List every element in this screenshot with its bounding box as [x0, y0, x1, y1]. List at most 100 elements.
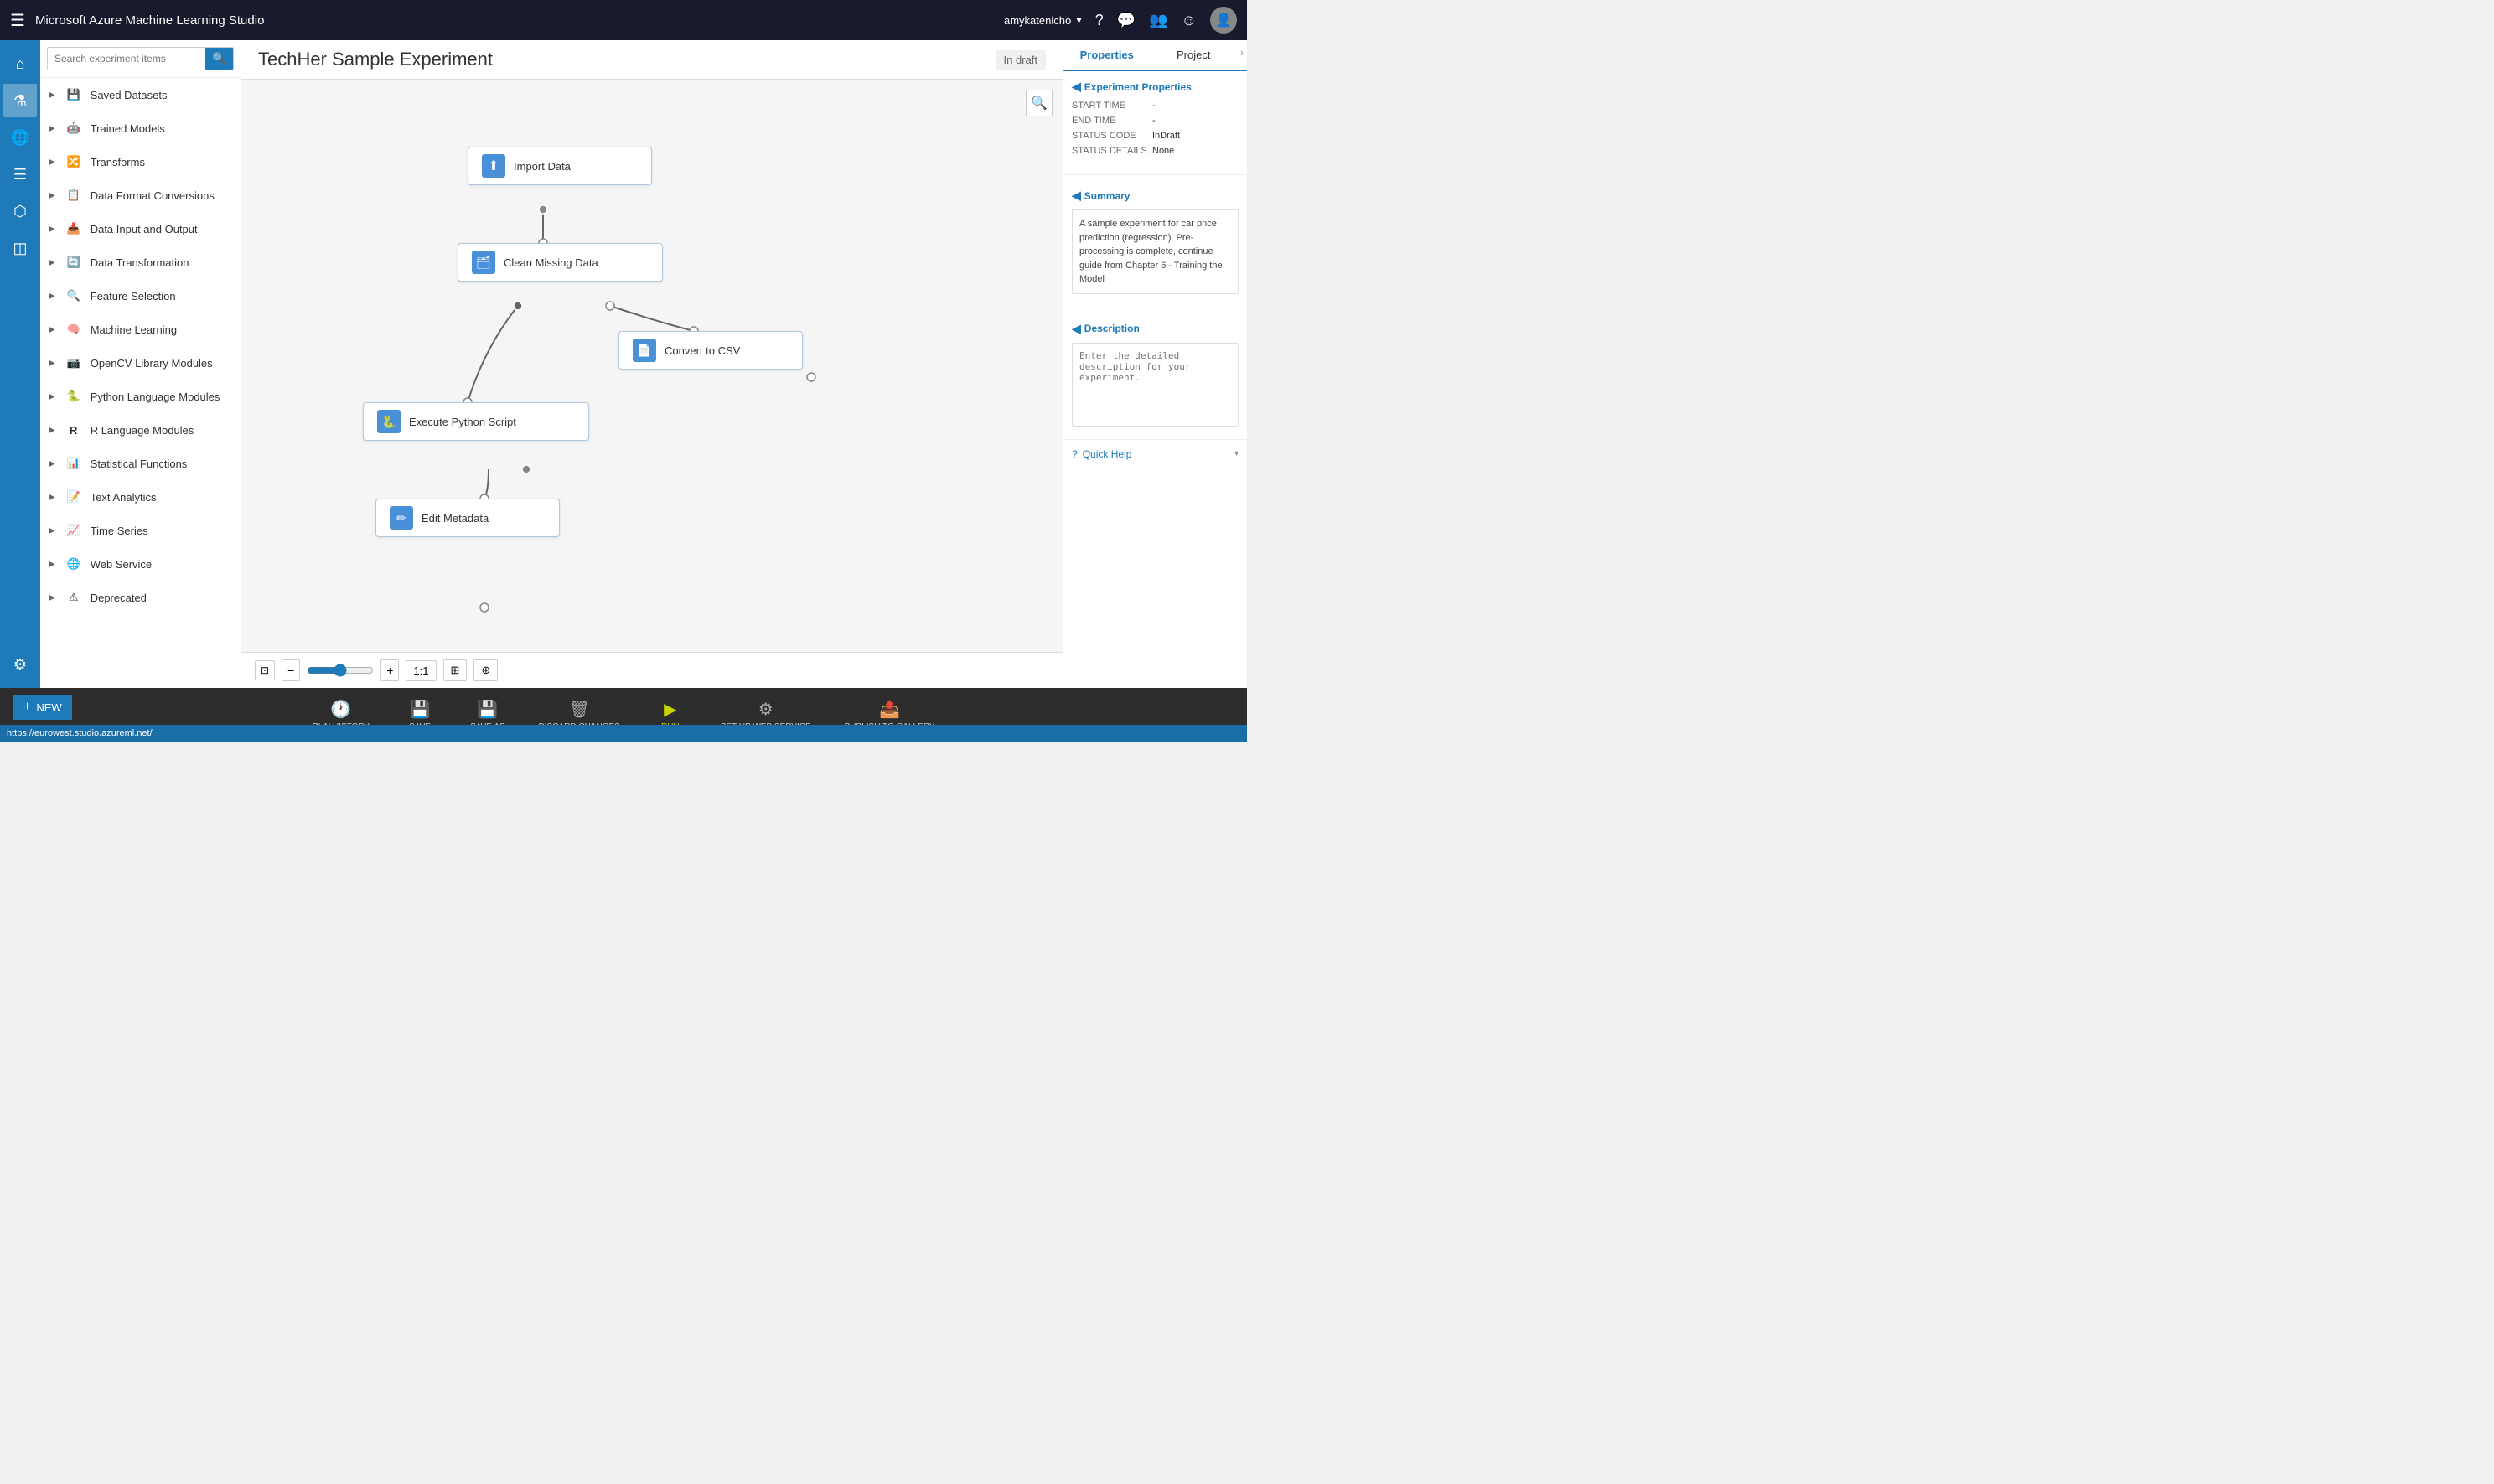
start-time-row: START TIME -: [1072, 101, 1239, 111]
module-item-web-service[interactable]: ▶ 🌐 Web Service: [40, 547, 241, 581]
data-input-icon: 📥: [64, 219, 84, 239]
save-as-icon: 💾: [477, 699, 498, 720]
fit-view-btn[interactable]: ⊡: [255, 660, 275, 680]
tab-project[interactable]: Project: [1151, 40, 1238, 70]
module-label: Transforms: [91, 156, 145, 168]
node-clean-missing[interactable]: 🗂 Clean Missing Data: [458, 243, 663, 282]
zoom-out-btn[interactable]: −: [282, 659, 300, 681]
module-panel-header: 🔍: [40, 40, 241, 78]
experiment-properties-section: ◀ Experiment Properties START TIME - END…: [1063, 71, 1247, 169]
text-analytics-icon: 📝: [64, 487, 84, 507]
publish-icon: 📤: [879, 699, 900, 720]
arrow-icon: ▶: [49, 325, 55, 334]
module-item-trained-models[interactable]: ▶ 🤖 Trained Models: [40, 111, 241, 145]
sidebar-icon-layers[interactable]: ◫: [3, 231, 37, 265]
node-convert-csv[interactable]: 📄 Convert to CSV: [618, 331, 803, 370]
arrow-icon: ▶: [49, 459, 55, 468]
icon-sidebar: ⌂ ⚗ 🌐 ☰ ⬡ ◫ ⚙: [0, 40, 40, 688]
zoom-slider[interactable]: [307, 664, 374, 677]
canvas-search-btn[interactable]: 🔍: [1026, 90, 1053, 116]
module-item-text-analytics[interactable]: ▶ 📝 Text Analytics: [40, 480, 241, 514]
center-btn[interactable]: ⊕: [473, 659, 498, 681]
app-title: Microsoft Azure Machine Learning Studio: [35, 13, 994, 28]
description-input[interactable]: [1072, 343, 1239, 427]
fit-btn[interactable]: ⊞: [443, 659, 468, 681]
search-input[interactable]: [48, 49, 205, 69]
new-btn[interactable]: + NEW: [13, 695, 72, 720]
top-nav: ☰ Microsoft Azure Machine Learning Studi…: [0, 0, 1247, 40]
bottom-toolbar: + NEW 🕐 RUN HISTORY 💾 SAVE 💾 SAVE AS 🗑 D…: [0, 688, 1247, 742]
summary-text: A sample experiment for car price predic…: [1072, 209, 1239, 294]
opencv-icon: 📷: [64, 353, 84, 373]
module-list: ▶ 💾 Saved Datasets ▶ 🤖 Trained Models ▶ …: [40, 78, 241, 688]
clean-missing-icon: 🗂: [472, 251, 495, 274]
summary-section: ◀ Summary A sample experiment for car pr…: [1063, 180, 1247, 302]
description-title: ◀ Description: [1072, 322, 1239, 336]
sidebar-icon-flask[interactable]: ⚗: [3, 84, 37, 117]
data-format-icon: 📋: [64, 185, 84, 205]
edit-metadata-label: Edit Metadata: [422, 512, 489, 525]
clean-missing-label: Clean Missing Data: [504, 256, 598, 269]
hamburger-icon[interactable]: ☰: [10, 10, 25, 31]
web-service-icon: 🌐: [64, 554, 84, 574]
module-item-statistical[interactable]: ▶ 📊 Statistical Functions: [40, 447, 241, 480]
chat-icon[interactable]: 💬: [1117, 12, 1136, 29]
saved-datasets-icon: 💾: [64, 85, 84, 105]
quick-help[interactable]: ? Quick Help ▾: [1063, 439, 1247, 468]
module-label: R Language Modules: [91, 424, 194, 437]
search-button[interactable]: 🔍: [205, 48, 233, 70]
feature-selection-icon: 🔍: [64, 286, 84, 306]
smiley-icon[interactable]: ☺: [1182, 12, 1197, 29]
summary-title: ◀ Summary: [1072, 189, 1239, 203]
edit-metadata-icon: ✏: [390, 506, 413, 530]
arrow-icon: ▶: [49, 258, 55, 267]
sidebar-icon-home[interactable]: ⌂: [3, 47, 37, 80]
module-item-data-format[interactable]: ▶ 📋 Data Format Conversions: [40, 178, 241, 212]
avatar[interactable]: 👤: [1210, 7, 1237, 34]
sidebar-icon-gear[interactable]: ⚙: [3, 648, 37, 681]
save-icon: 💾: [410, 699, 431, 720]
module-item-data-input[interactable]: ▶ 📥 Data Input and Output: [40, 212, 241, 246]
module-label: Machine Learning: [91, 323, 177, 336]
module-item-saved-datasets[interactable]: ▶ 💾 Saved Datasets: [40, 78, 241, 111]
sidebar-icon-cube[interactable]: ⬡: [3, 194, 37, 228]
node-execute-python[interactable]: 🐍 Execute Python Script: [363, 402, 589, 441]
module-item-time-series[interactable]: ▶ 📈 Time Series: [40, 514, 241, 547]
experiment-title: TechHer Sample Experiment: [258, 49, 493, 70]
properties-panel: Properties Project › ◀ Experiment Proper…: [1063, 40, 1247, 688]
help-icon[interactable]: ?: [1095, 12, 1104, 29]
arrow-icon: ▶: [49, 493, 55, 502]
sidebar-icon-list[interactable]: ☰: [3, 158, 37, 191]
statistical-icon: 📊: [64, 453, 84, 473]
plus-icon: +: [23, 700, 31, 715]
module-label: Trained Models: [91, 122, 165, 135]
module-item-r-language[interactable]: ▶ R R Language Modules: [40, 413, 241, 447]
arrow-icon: ▶: [49, 124, 55, 133]
module-item-data-transform[interactable]: ▶ 🔄 Data Transformation: [40, 246, 241, 279]
module-label: OpenCV Library Modules: [91, 357, 213, 370]
module-item-feature-selection[interactable]: ▶ 🔍 Feature Selection: [40, 279, 241, 313]
nav-right: amykatenicho ▾ ? 💬 👥 ☺ 👤: [1004, 7, 1237, 34]
module-item-python[interactable]: ▶ 🐍 Python Language Modules: [40, 380, 241, 413]
module-item-deprecated[interactable]: ▶ ⚠ Deprecated: [40, 581, 241, 614]
quick-help-arrow: ▾: [1234, 449, 1239, 458]
setup-web-icon: ⚙: [758, 699, 774, 720]
module-label: Python Language Modules: [91, 390, 220, 403]
module-item-machine-learning[interactable]: ▶ 🧠 Machine Learning: [40, 313, 241, 346]
zoom-in-btn[interactable]: +: [380, 659, 399, 681]
module-item-transforms[interactable]: ▶ 🔀 Transforms: [40, 145, 241, 178]
zoom-100-btn[interactable]: 1:1: [406, 660, 436, 681]
node-import-data[interactable]: ⬆ Import Data: [468, 147, 652, 185]
node-edit-metadata[interactable]: ✏ Edit Metadata: [375, 499, 560, 537]
module-item-opencv[interactable]: ▶ 📷 OpenCV Library Modules: [40, 346, 241, 380]
canvas-body[interactable]: ⬆ Import Data 🗂 Clean Missing Data 📄 Con…: [241, 80, 1063, 652]
network-icon[interactable]: 👥: [1149, 12, 1167, 29]
search-box: 🔍: [47, 47, 234, 70]
sidebar-icon-globe[interactable]: 🌐: [3, 121, 37, 154]
tab-properties[interactable]: Properties: [1063, 40, 1151, 71]
arrow-icon: ▶: [49, 426, 55, 435]
module-label: Data Transformation: [91, 256, 189, 269]
arrow-icon: ▶: [49, 158, 55, 167]
user-info[interactable]: amykatenicho ▾: [1004, 13, 1082, 27]
panel-collapse-btn[interactable]: ›: [1237, 40, 1247, 70]
